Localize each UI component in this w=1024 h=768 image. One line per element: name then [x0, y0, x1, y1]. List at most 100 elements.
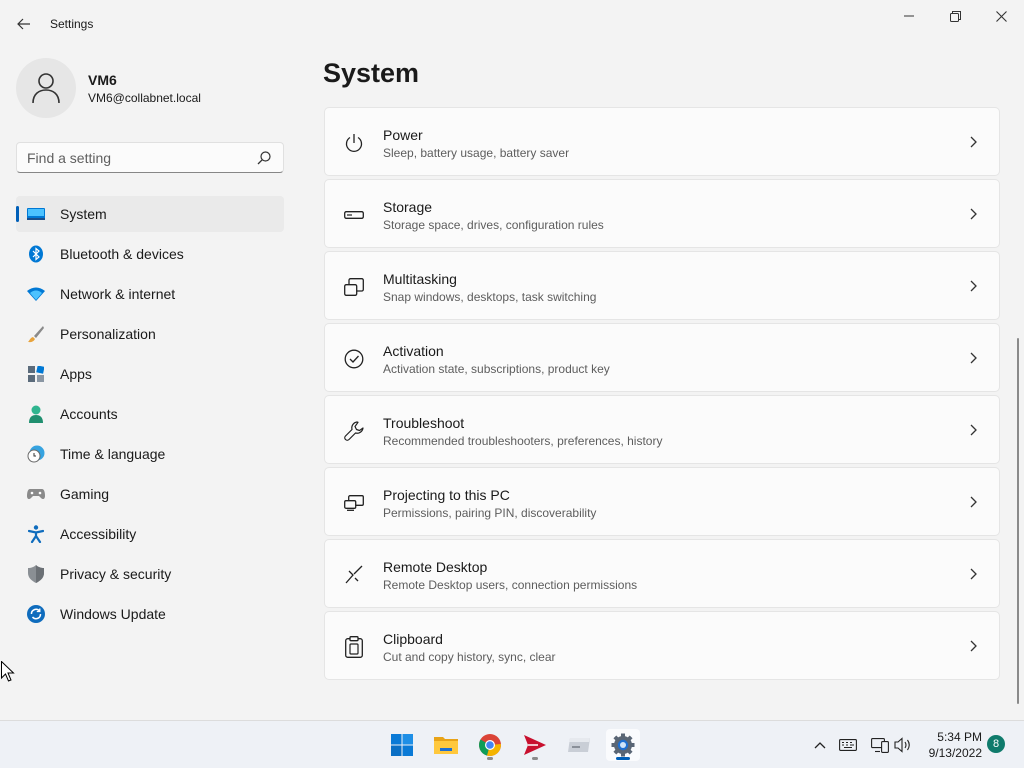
taskbar-send-app[interactable]	[518, 729, 552, 761]
sidebar-item-label: Gaming	[60, 486, 110, 502]
card-title: Projecting to this PC	[383, 487, 510, 503]
sidebar-item-accessibility[interactable]: Accessibility	[16, 516, 284, 552]
start-button[interactable]	[385, 729, 419, 761]
maximize-button[interactable]	[932, 0, 978, 32]
close-button[interactable]	[978, 0, 1024, 32]
taskbar: 5:34 PM 9/13/2022	[0, 720, 1024, 768]
page-title: System	[323, 58, 420, 88]
notification-badge[interactable]: 8	[987, 735, 1005, 753]
shield-icon	[27, 565, 45, 583]
card-description: Snap windows, desktops, task switching	[383, 290, 597, 304]
card-remote-desktop[interactable]: Remote Desktop Remote Desktop users, con…	[324, 539, 1000, 608]
keyboard-tray-button[interactable]	[838, 735, 858, 755]
accessibility-icon	[27, 525, 45, 543]
card-clipboard[interactable]: Clipboard Cut and copy history, sync, cl…	[324, 611, 1000, 680]
vertical-scrollbar[interactable]	[1017, 338, 1019, 704]
minimize-icon	[904, 15, 914, 17]
sidebar-item-personalization[interactable]: Personalization	[16, 316, 284, 352]
settings-list: Power Sleep, battery usage, battery save…	[324, 107, 1000, 683]
sidebar-item-label: Accessibility	[60, 526, 137, 542]
card-title: Multitasking	[383, 271, 457, 287]
network-tray-button[interactable]	[870, 735, 890, 755]
sidebar-item-time-language[interactable]: Time & language	[16, 436, 284, 472]
wifi-icon	[27, 285, 45, 303]
card-title: Power	[383, 127, 423, 143]
send-app-icon	[524, 735, 546, 755]
card-activation[interactable]: Activation Activation state, subscriptio…	[324, 323, 1000, 392]
sidebar-item-label: Bluetooth & devices	[60, 246, 184, 262]
system-icon	[27, 205, 45, 223]
taskbar-clock[interactable]: 5:34 PM 9/13/2022	[920, 729, 982, 761]
sidebar-nav: System Bluetooth & devices Network & int…	[16, 196, 284, 636]
sidebar-item-label: Accounts	[60, 406, 118, 422]
running-indicator	[487, 757, 493, 760]
multitasking-icon	[343, 276, 365, 298]
card-multitasking[interactable]: Multitasking Snap windows, desktops, tas…	[324, 251, 1000, 320]
drive-app-icon	[568, 738, 590, 752]
chevron-right-icon	[970, 280, 977, 292]
card-title: Storage	[383, 199, 433, 215]
speaker-icon	[894, 737, 910, 753]
brush-icon	[27, 325, 45, 343]
taskbar-chrome[interactable]	[473, 729, 507, 761]
chevron-up-icon	[814, 742, 826, 749]
sidebar-item-label: Network & internet	[60, 286, 176, 302]
taskbar-file-explorer[interactable]	[429, 729, 463, 761]
taskbar-settings[interactable]	[606, 729, 640, 761]
clock-date: 9/13/2022	[928, 746, 982, 760]
back-button[interactable]	[12, 12, 36, 36]
title-bar: Settings	[0, 0, 1024, 48]
remote-desktop-icon	[343, 564, 365, 586]
app-title: Settings	[50, 17, 94, 31]
card-description: Remote Desktop users, connection permiss…	[383, 578, 638, 592]
taskbar-drive-app[interactable]	[562, 729, 596, 761]
card-title: Troubleshoot	[383, 415, 465, 431]
sidebar-item-label: Windows Update	[60, 606, 166, 622]
storage-icon	[343, 204, 365, 226]
card-description: Activation state, subscriptions, product…	[383, 362, 610, 376]
sidebar-item-system[interactable]: System	[16, 196, 284, 232]
chevron-right-icon	[970, 424, 977, 436]
chrome-icon	[479, 734, 501, 756]
update-icon	[27, 605, 45, 623]
projecting-icon	[343, 492, 365, 514]
card-projecting[interactable]: Projecting to this PC Permissions, pairi…	[324, 467, 1000, 536]
user-profile[interactable]: VM6 VM6@collabnet.local	[16, 58, 286, 118]
sidebar-item-network[interactable]: Network & internet	[16, 276, 284, 312]
card-power[interactable]: Power Sleep, battery usage, battery save…	[324, 107, 1000, 176]
card-troubleshoot[interactable]: Troubleshoot Recommended troubleshooters…	[324, 395, 1000, 464]
sidebar-item-label: System	[60, 206, 107, 222]
avatar	[16, 58, 76, 118]
search-icon[interactable]	[257, 151, 271, 165]
sidebar-item-windows-update[interactable]: Windows Update	[16, 596, 284, 632]
chevron-right-icon	[970, 496, 977, 508]
settings-gear-icon	[611, 733, 635, 757]
file-explorer-icon	[434, 737, 458, 754]
sidebar-item-label: Apps	[60, 366, 92, 382]
clock-globe-icon	[27, 445, 45, 463]
power-icon	[343, 132, 365, 154]
minimize-button[interactable]	[886, 0, 932, 32]
close-icon	[995, 10, 1007, 22]
search-input[interactable]	[17, 149, 247, 166]
wrench-icon	[343, 420, 365, 442]
show-hidden-icons-button[interactable]	[810, 735, 830, 755]
sidebar-item-privacy[interactable]: Privacy & security	[16, 556, 284, 592]
keyboard-icon	[839, 739, 857, 751]
card-storage[interactable]: Storage Storage space, drives, configura…	[324, 179, 1000, 248]
chevron-right-icon	[970, 568, 977, 580]
volume-tray-button[interactable]	[893, 735, 913, 755]
controller-icon	[27, 485, 45, 503]
person-icon	[32, 73, 60, 104]
apps-icon	[27, 365, 45, 383]
restore-icon	[949, 10, 961, 22]
sidebar-item-gaming[interactable]: Gaming	[16, 476, 284, 512]
card-description: Cut and copy history, sync, clear	[383, 650, 556, 664]
activation-icon	[343, 348, 365, 370]
sidebar-item-apps[interactable]: Apps	[16, 356, 284, 392]
clipboard-icon	[343, 636, 365, 658]
running-indicator	[532, 757, 538, 760]
clock-time: 5:34 PM	[937, 730, 982, 744]
sidebar-item-accounts[interactable]: Accounts	[16, 396, 284, 432]
sidebar-item-bluetooth[interactable]: Bluetooth & devices	[16, 236, 284, 272]
